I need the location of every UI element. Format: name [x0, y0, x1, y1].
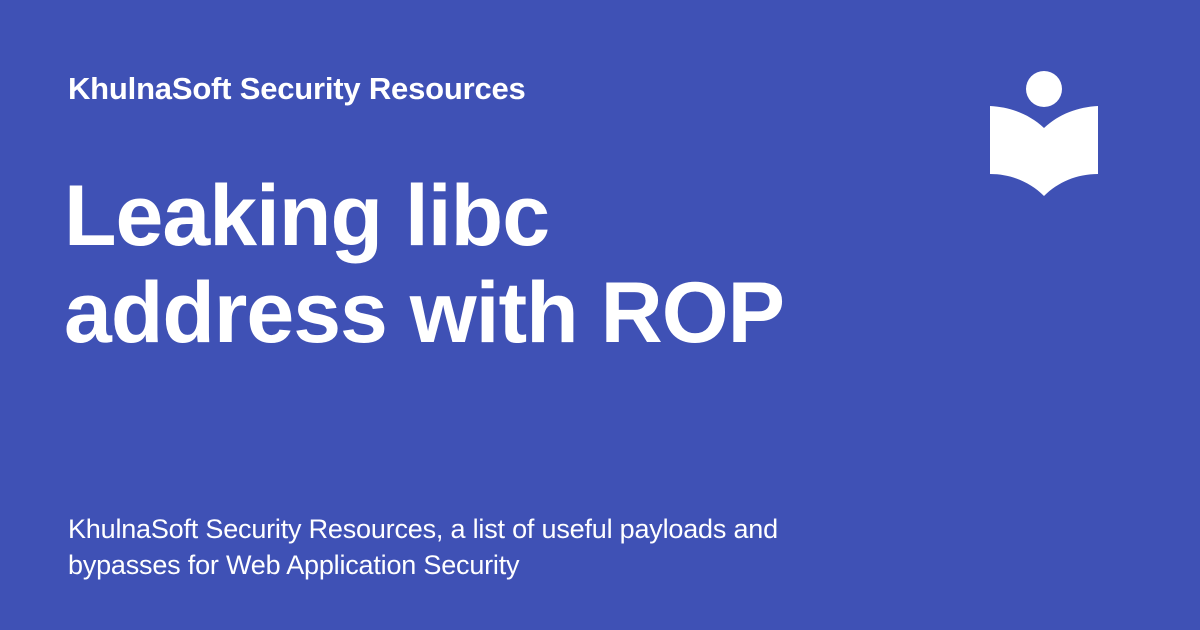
page-description: KhulnaSoft Security Resources, a list of…	[68, 511, 868, 583]
social-card: KhulnaSoft Security Resources Leaking li…	[0, 0, 1200, 630]
description-line-1: KhulnaSoft Security Resources, a list of…	[68, 514, 778, 544]
page-title-line-2: address with ROP	[64, 265, 785, 361]
page-title: Leaking libc address with ROP	[64, 168, 964, 362]
page-title-line-1: Leaking libc	[64, 168, 550, 264]
reader-book-icon	[990, 71, 1098, 196]
description-line-2: bypasses for Web Application Security	[68, 550, 520, 580]
site-name: KhulnaSoft Security Resources	[68, 71, 526, 106]
